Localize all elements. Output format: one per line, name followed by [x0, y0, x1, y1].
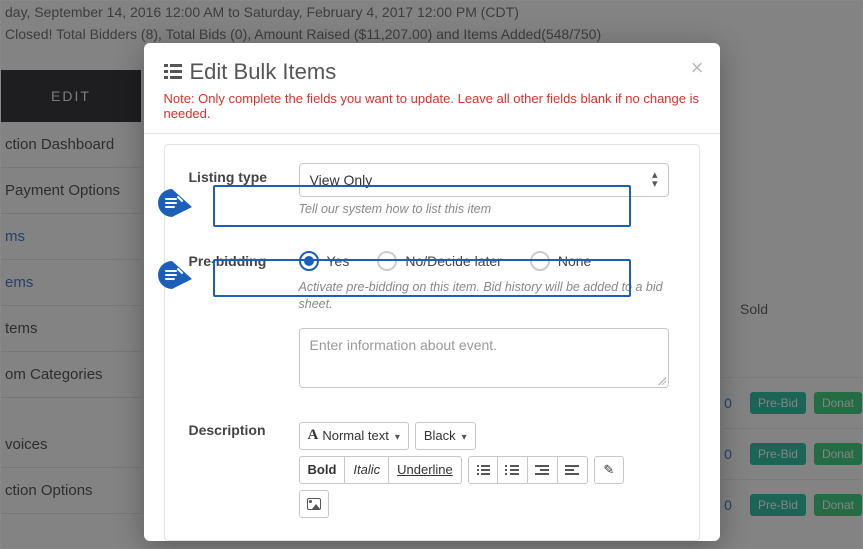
indent-button[interactable]: [528, 456, 558, 484]
radio-none[interactable]: None: [530, 251, 591, 271]
chevron-down-icon: [460, 428, 467, 443]
font-style-dropdown[interactable]: A Normal text: [299, 422, 409, 450]
radio-icon: [377, 251, 397, 271]
image-icon: [307, 498, 321, 510]
pre-bidding-help: Activate pre-bidding on this item. Bid h…: [299, 279, 669, 314]
font-color-dropdown[interactable]: Black: [415, 422, 476, 450]
listing-type-row: Listing type View Only ▴▾ Tell our syste…: [189, 163, 669, 219]
event-info-textarea[interactable]: Enter information about event.: [299, 328, 669, 388]
pencil-icon: [603, 462, 614, 478]
modal-body: Listing type View Only ▴▾ Tell our syste…: [144, 134, 720, 541]
radio-icon: [299, 251, 319, 271]
radio-no[interactable]: No/Decide later: [377, 251, 502, 271]
underline-button[interactable]: Underline: [389, 456, 462, 484]
close-button[interactable]: ×: [691, 57, 704, 79]
listing-type-help: Tell our system how to list this item: [299, 201, 669, 219]
listing-type-value: View Only: [310, 172, 373, 188]
outdent-icon: [565, 464, 579, 476]
insert-image-button[interactable]: [299, 490, 329, 518]
chevron-down-icon: [393, 428, 400, 443]
edit-bulk-items-modal: Edit Bulk Items Note: Only complete the …: [144, 43, 720, 541]
editor-toolbar-row3: [299, 490, 669, 518]
indent-icon: [535, 464, 549, 476]
editor-toolbar: A Normal text Black: [299, 422, 669, 450]
ordered-list-icon: [505, 464, 519, 476]
form-panel: Listing type View Only ▴▾ Tell our syste…: [164, 144, 700, 541]
ordered-list-button[interactable]: [498, 456, 528, 484]
pre-bidding-row: Pre-bidding Yes No/Decide later: [189, 247, 669, 388]
description-row: Description A Normal text Black: [189, 416, 669, 518]
modal-title: Edit Bulk Items: [164, 59, 700, 85]
listing-type-select[interactable]: View Only ▴▾: [299, 163, 669, 197]
unordered-list-button[interactable]: [468, 456, 498, 484]
list-icon: [164, 64, 182, 80]
pre-bidding-label: Pre-bidding: [189, 247, 299, 388]
radio-icon: [530, 251, 550, 271]
radio-yes[interactable]: Yes: [299, 251, 350, 271]
edit-button[interactable]: [594, 456, 624, 484]
italic-button[interactable]: Italic: [345, 456, 389, 484]
editor-toolbar-row2: Bold Italic Underline: [299, 456, 669, 484]
pre-bidding-radio-group: Yes No/Decide later None: [299, 247, 669, 275]
font-icon: A: [308, 427, 319, 444]
select-caret-icon: ▴▾: [652, 171, 658, 189]
unordered-list-icon: [476, 464, 490, 476]
bold-button[interactable]: Bold: [299, 456, 346, 484]
description-label: Description: [189, 416, 299, 518]
listing-type-label: Listing type: [189, 163, 299, 219]
outdent-button[interactable]: [558, 456, 588, 484]
modal-note: Note: Only complete the fields you want …: [164, 91, 700, 121]
modal-header: Edit Bulk Items Note: Only complete the …: [144, 43, 720, 134]
